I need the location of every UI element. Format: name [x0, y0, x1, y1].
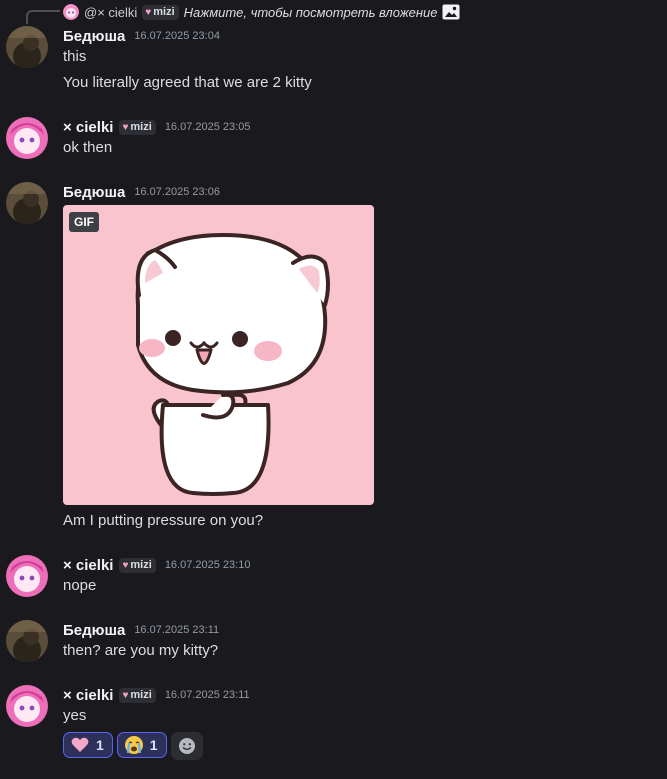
avatar-bedyusha[interactable] — [6, 26, 48, 68]
heart-icon: ♥ — [145, 6, 152, 18]
user-tag: ♥ mizi — [119, 119, 156, 135]
reaction-crying-face[interactable]: 1 — [116, 732, 167, 758]
heart-icon: ♥ — [122, 121, 129, 133]
image-icon — [442, 4, 460, 20]
message-text: yes — [63, 707, 87, 724]
user-tag: ♥ mizi — [119, 557, 156, 573]
reply-author-tag: ♥ mizi — [142, 4, 179, 20]
timestamp[interactable]: 16.07.2025 23:04 — [134, 30, 220, 42]
timestamp[interactable]: 16.07.2025 23:10 — [165, 559, 251, 571]
username[interactable]: Бедюша — [63, 184, 125, 201]
tag-label: mizi — [153, 6, 175, 18]
message-header: Бедюша 16.07.2025 23:06 — [63, 182, 220, 202]
message-text: this — [63, 48, 87, 65]
message-text: You literally agreed that we are 2 kitty — [63, 74, 312, 91]
avatar-bedyusha[interactable] — [6, 620, 48, 662]
message-text: ok then — [63, 139, 113, 156]
message-text: Am I putting pressure on you? — [63, 512, 264, 529]
tag-label: mizi — [130, 559, 152, 571]
timestamp[interactable]: 16.07.2025 23:11 — [134, 624, 219, 636]
gif-badge: GIF — [69, 212, 99, 232]
avatar-bedyusha[interactable] — [6, 182, 48, 224]
pink-heart-icon — [71, 737, 89, 752]
message-header: Бедюша 16.07.2025 23:04 — [63, 26, 220, 46]
message-header: × cielki ♥ mizi 16.07.2025 23:10 — [63, 555, 250, 575]
username[interactable]: × cielki — [63, 119, 113, 136]
reply-connector — [26, 10, 60, 24]
avatar-cielki[interactable] — [6, 685, 48, 727]
reactions-bar: 1 1 — [63, 732, 203, 760]
username[interactable]: × cielki — [63, 557, 113, 574]
add-reaction-button[interactable] — [170, 732, 203, 760]
crying-face-icon — [124, 736, 143, 754]
username[interactable]: Бедюша — [63, 28, 125, 45]
timestamp[interactable]: 16.07.2025 23:05 — [165, 121, 251, 133]
smiley-add-icon — [178, 738, 195, 754]
message-header: × cielki ♥ mizi 16.07.2025 23:11 — [63, 685, 250, 705]
user-tag: ♥ mizi — [119, 687, 156, 703]
reaction-count: 1 — [96, 737, 104, 753]
message-text: then? are you my kitty? — [63, 642, 219, 659]
tag-label: mizi — [130, 121, 152, 133]
heart-icon: ♥ — [122, 559, 129, 571]
gif-attachment[interactable]: GIF — [63, 205, 374, 505]
reaction-count: 1 — [149, 737, 158, 753]
avatar-cielki[interactable] — [6, 117, 48, 159]
message-text: nope — [63, 577, 97, 594]
reaction-pink-heart[interactable]: 1 — [63, 732, 113, 758]
reply-author-avatar — [63, 4, 79, 20]
message-header: × cielki ♥ mizi 16.07.2025 23:05 — [63, 117, 250, 137]
reply-text[interactable]: Нажмите, чтобы посмотреть вложение — [184, 5, 438, 20]
heart-icon: ♥ — [122, 689, 129, 701]
username[interactable]: Бедюша — [63, 622, 125, 639]
message-header: Бедюша 16.07.2025 23:11 — [63, 620, 219, 640]
timestamp[interactable]: 16.07.2025 23:11 — [165, 689, 250, 701]
timestamp[interactable]: 16.07.2025 23:06 — [134, 186, 220, 198]
username[interactable]: × cielki — [63, 687, 113, 704]
tag-label: mizi — [130, 689, 152, 701]
reply-author[interactable]: @× cielki — [84, 5, 137, 20]
reply-preview[interactable]: @× cielki ♥ mizi Нажмите, чтобы посмотрет… — [63, 2, 460, 22]
avatar-cielki[interactable] — [6, 555, 48, 597]
kitty-gif-image — [135, 233, 330, 496]
